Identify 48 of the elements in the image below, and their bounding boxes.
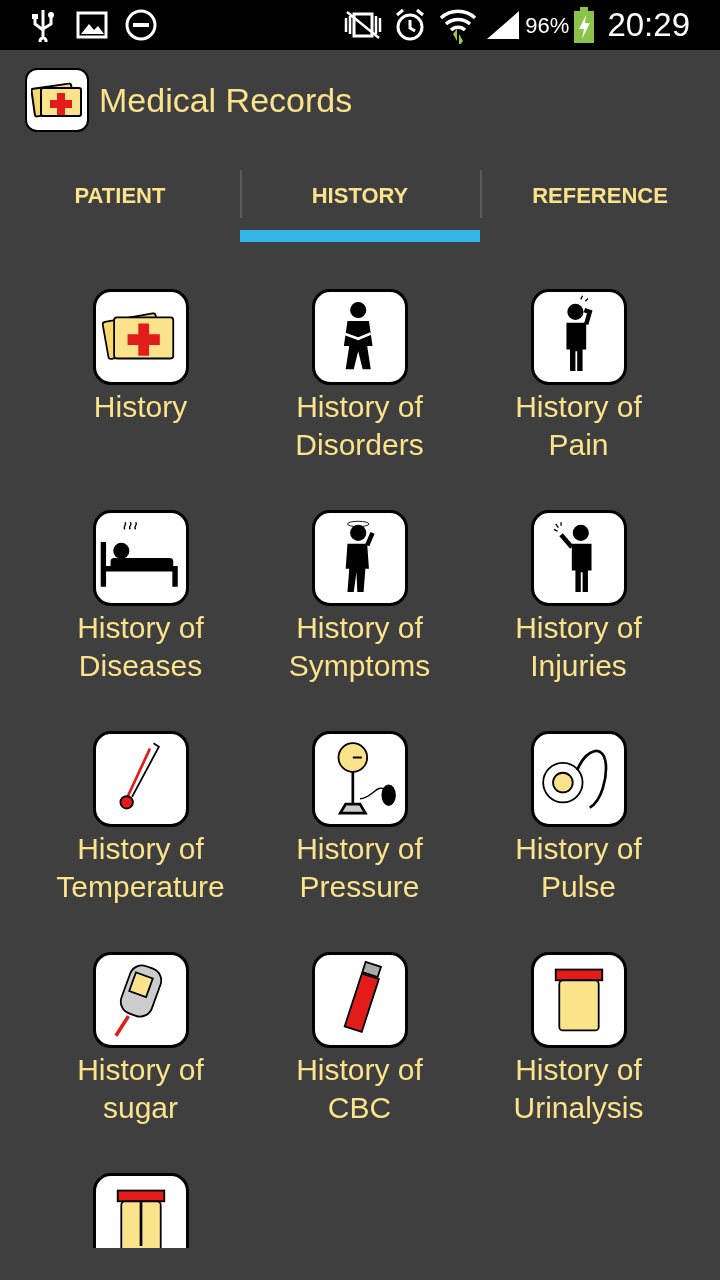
blood-tube-icon [343,960,382,1033]
tile-button[interactable] [311,952,408,1048]
tile-button[interactable] [530,510,627,606]
tile-button[interactable] [311,510,408,606]
tile-button[interactable] [311,731,408,827]
pressure-gauge-icon [337,742,396,815]
sample-jar-icon [554,968,603,1032]
clock-time: 20:29 [607,5,690,46]
tile-label: History of Symptoms [287,610,432,684]
battery-percent: 96% [525,11,570,40]
tile-label: History of Temperature [55,831,226,905]
tile-button[interactable] [92,510,189,606]
muted-vibrate-icon [343,10,384,40]
medical-card-icon [100,312,174,361]
tile-button[interactable] [92,952,189,1048]
tile-button[interactable] [92,1173,189,1248]
tile-button[interactable] [530,952,627,1048]
usb-icon [30,8,56,42]
tile-label: History of Diseases [76,610,205,684]
tile-label: History of Pain [514,389,643,463]
tile-label: History of Disorders [294,389,425,463]
stethoscope-icon [541,749,607,809]
tile-label: History of Pressure [295,831,424,905]
tile-label: History of Injuries [514,610,643,684]
person-in-bed-icon [100,521,178,590]
image-icon [76,11,108,39]
app-icon [25,68,89,132]
tile-button[interactable] [92,289,189,385]
thermometer-icon [119,742,160,810]
tile-label: History of Urinalysis [512,1052,645,1126]
tab[interactable]: HISTORY [240,150,480,242]
sample-container-icon [116,1189,165,1248]
tab[interactable]: PATIENT [0,150,240,242]
tile-label: History [92,389,189,425]
tile-label: History of sugar [76,1052,205,1126]
tile-button[interactable] [530,289,627,385]
app-title: Medical Records [99,79,353,121]
tile-label: History of Pulse [514,831,643,905]
tile-button[interactable] [92,731,189,827]
dizzy-person-icon [345,520,375,593]
battery-icon [573,7,596,43]
signal-icon [485,9,522,41]
tab[interactable]: REFERENCE [480,150,720,242]
tile-button[interactable] [311,289,408,385]
minus-circle-icon [124,8,158,42]
tile-label: History of CBC [295,1052,424,1126]
person-holding-head-icon [565,295,592,372]
tile-button[interactable] [530,731,627,827]
